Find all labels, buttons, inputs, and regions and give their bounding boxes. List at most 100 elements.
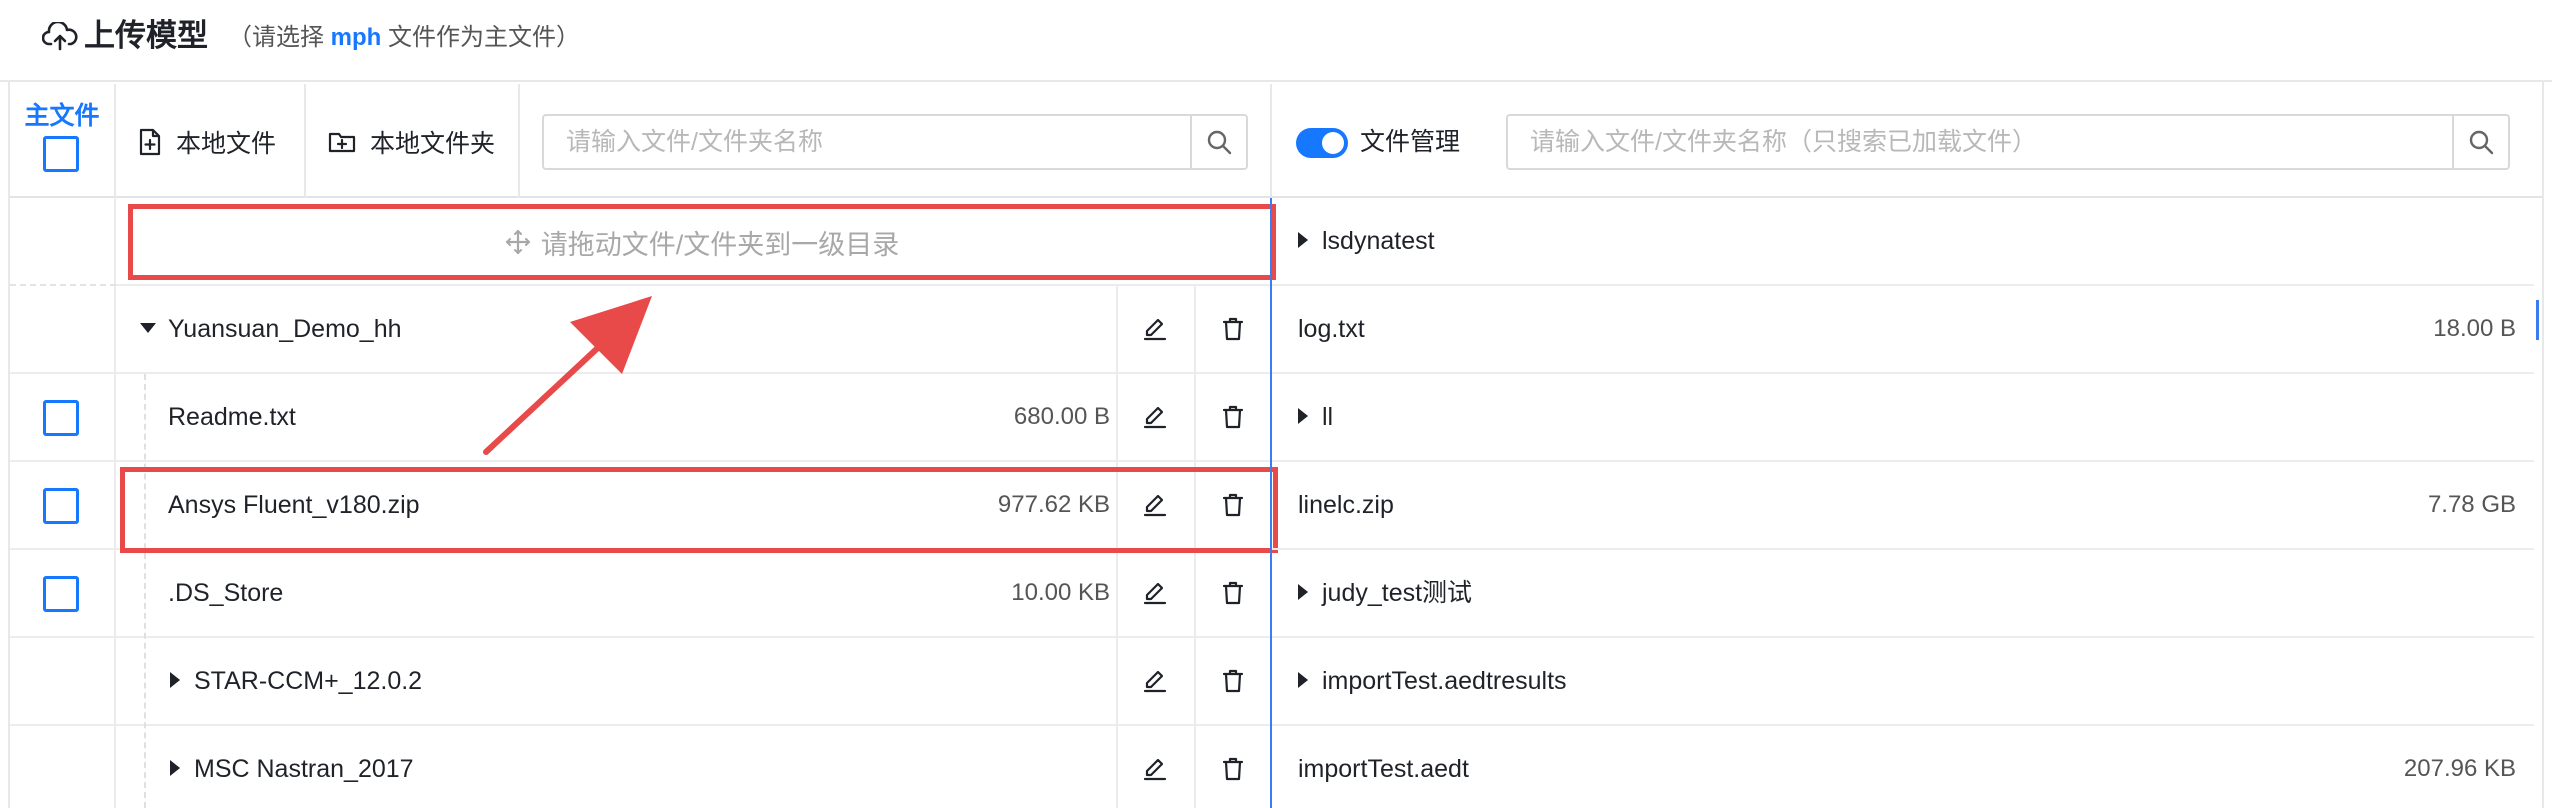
select-all-checkbox[interactable] <box>43 136 79 172</box>
file-add-icon <box>139 128 161 156</box>
tree-row-name: MSC Nastran_2017 <box>170 726 414 808</box>
action-divider <box>1116 550 1118 636</box>
search-icon <box>2469 130 2494 155</box>
trash-icon[interactable] <box>1218 578 1248 608</box>
toolbar-divider <box>114 84 116 198</box>
search-icon <box>1207 130 1232 155</box>
tree-row-size: 680.00 B <box>1013 403 1110 430</box>
tree-row-name: STAR-CCM+_12.0.2 <box>170 638 422 724</box>
drop-row-spacer <box>10 198 116 286</box>
caret-right-icon[interactable] <box>1298 672 1308 689</box>
page-header: 上传模型 （请选择 mph 文件作为主文件） <box>0 0 2552 82</box>
main-file-label: 主文件 <box>24 102 100 130</box>
page-title: 上传模型 <box>84 18 208 53</box>
scrollbar-thumb[interactable] <box>2536 300 2539 340</box>
right-search-button[interactable] <box>2452 116 2508 168</box>
toolbar-divider <box>518 84 520 198</box>
caret-right-icon[interactable] <box>1298 232 1308 249</box>
file-manage-row-name: judy_test测试 <box>1298 550 1472 636</box>
annotation-highlight-box <box>120 467 1278 553</box>
file-manage-row-name: ll <box>1298 374 1333 460</box>
trash-icon[interactable] <box>1218 754 1248 784</box>
action-divider <box>1116 638 1118 724</box>
edit-icon[interactable] <box>1140 578 1170 608</box>
tree-row-label: Yuansuan_Demo_hh <box>168 315 402 343</box>
trash-icon[interactable] <box>1218 402 1248 432</box>
row-checkbox[interactable] <box>43 576 79 612</box>
file-manage-row[interactable]: importTest.aedt 207.96 KB <box>1272 726 2534 808</box>
edit-icon[interactable] <box>1140 314 1170 344</box>
action-divider <box>1194 638 1196 724</box>
drop-zone-text: 请拖动文件/文件夹到一级目录 <box>540 229 900 260</box>
action-divider <box>1116 286 1118 372</box>
drop-zone[interactable]: 请拖动文件/文件夹到一级目录 <box>128 204 1276 280</box>
file-manage-row[interactable]: judy_test测试 <box>1272 550 2534 638</box>
file-manage-row-name: lsdynatest <box>1298 198 1435 284</box>
file-manage-row[interactable]: importTest.aedtresults <box>1272 638 2534 726</box>
left-search-box <box>542 114 1248 170</box>
upload-cloud-icon <box>42 22 78 51</box>
file-manage-row-label: lsdynatest <box>1322 227 1435 255</box>
tree-row-name: Yuansuan_Demo_hh <box>140 286 402 372</box>
annotation-arrow-icon <box>483 296 652 455</box>
file-manage-row-label: judy_test测试 <box>1322 579 1473 607</box>
action-divider <box>1116 726 1118 808</box>
edit-icon[interactable] <box>1140 402 1170 432</box>
caret-right-icon[interactable] <box>1298 584 1308 601</box>
tree-row-label: STAR-CCM+_12.0.2 <box>194 667 423 695</box>
tree-row[interactable]: .DS_Store 10.00 KB <box>10 550 1270 638</box>
left-search-button[interactable] <box>1190 116 1246 168</box>
tree-row-label: Readme.txt <box>168 403 296 431</box>
row-checkbox[interactable] <box>43 488 79 524</box>
file-manage-row[interactable]: ll <box>1272 374 2534 462</box>
edit-icon[interactable] <box>1140 666 1170 696</box>
caret-right-icon[interactable] <box>170 760 180 777</box>
file-manage-label: 文件管理 <box>1360 128 1461 156</box>
local-file-button[interactable]: 本地文件 <box>138 118 276 166</box>
local-file-label: 本地文件 <box>176 130 277 158</box>
file-manage-row-size: 18.00 B <box>2433 315 2516 342</box>
tree-row-label: MSC Nastran_2017 <box>194 755 414 783</box>
folder-add-icon <box>328 132 356 153</box>
file-manage-row[interactable]: lsdynatest <box>1272 198 2534 286</box>
right-search-box <box>1506 114 2510 170</box>
file-manage-row-name: importTest.aedtresults <box>1298 638 1567 724</box>
file-manage-row[interactable]: log.txt 18.00 B <box>1272 286 2534 374</box>
subtitle-suffix: 文件作为主文件） <box>381 24 581 51</box>
action-divider <box>1116 374 1118 460</box>
panel-right-border <box>2542 82 2544 808</box>
page-subtitle: （请选择 mph 文件作为主文件） <box>228 20 580 56</box>
file-manage-row-label: importTest.aedtresults <box>1322 667 1567 695</box>
tree-row[interactable]: STAR-CCM+_12.0.2 <box>10 638 1270 726</box>
file-manage-row-label: linelc.zip <box>1298 491 1394 519</box>
drag-move-icon <box>505 229 530 255</box>
trash-icon[interactable] <box>1218 666 1248 696</box>
file-manage-row[interactable]: linelc.zip 7.78 GB <box>1272 462 2534 550</box>
toolbar-divider <box>1270 84 1272 198</box>
trash-icon[interactable] <box>1218 314 1248 344</box>
file-manage-row-label: importTest.aedt <box>1298 755 1469 783</box>
subtitle-highlight: mph <box>330 24 382 51</box>
subtitle-prefix: （请选择 <box>228 24 331 51</box>
row-checkbox[interactable] <box>43 400 79 436</box>
local-folder-label: 本地文件夹 <box>370 130 496 158</box>
edit-icon[interactable] <box>1140 754 1170 784</box>
action-divider <box>1194 550 1196 636</box>
action-divider <box>1194 374 1196 460</box>
right-search-input[interactable] <box>1508 116 2452 168</box>
toolbar-divider <box>304 84 306 198</box>
file-manage-toggle[interactable] <box>1296 128 1348 158</box>
tree-row-size: 10.00 KB <box>1011 579 1110 606</box>
file-manage-row-size: 7.78 GB <box>2427 491 2516 518</box>
tree-row-label: .DS_Store <box>168 579 284 607</box>
tree-indent-guide <box>144 374 146 808</box>
local-folder-button[interactable]: 本地文件夹 <box>328 118 495 166</box>
file-manage-row-size: 207.96 KB <box>2403 755 2516 782</box>
caret-down-icon[interactable] <box>140 323 156 334</box>
caret-right-icon[interactable] <box>1298 408 1308 425</box>
file-manage-row-label: ll <box>1322 403 1334 431</box>
caret-right-icon[interactable] <box>170 672 180 689</box>
tree-row[interactable]: MSC Nastran_2017 <box>10 726 1270 808</box>
file-manage-row-label: log.txt <box>1298 315 1365 343</box>
left-search-input[interactable] <box>544 116 1190 168</box>
